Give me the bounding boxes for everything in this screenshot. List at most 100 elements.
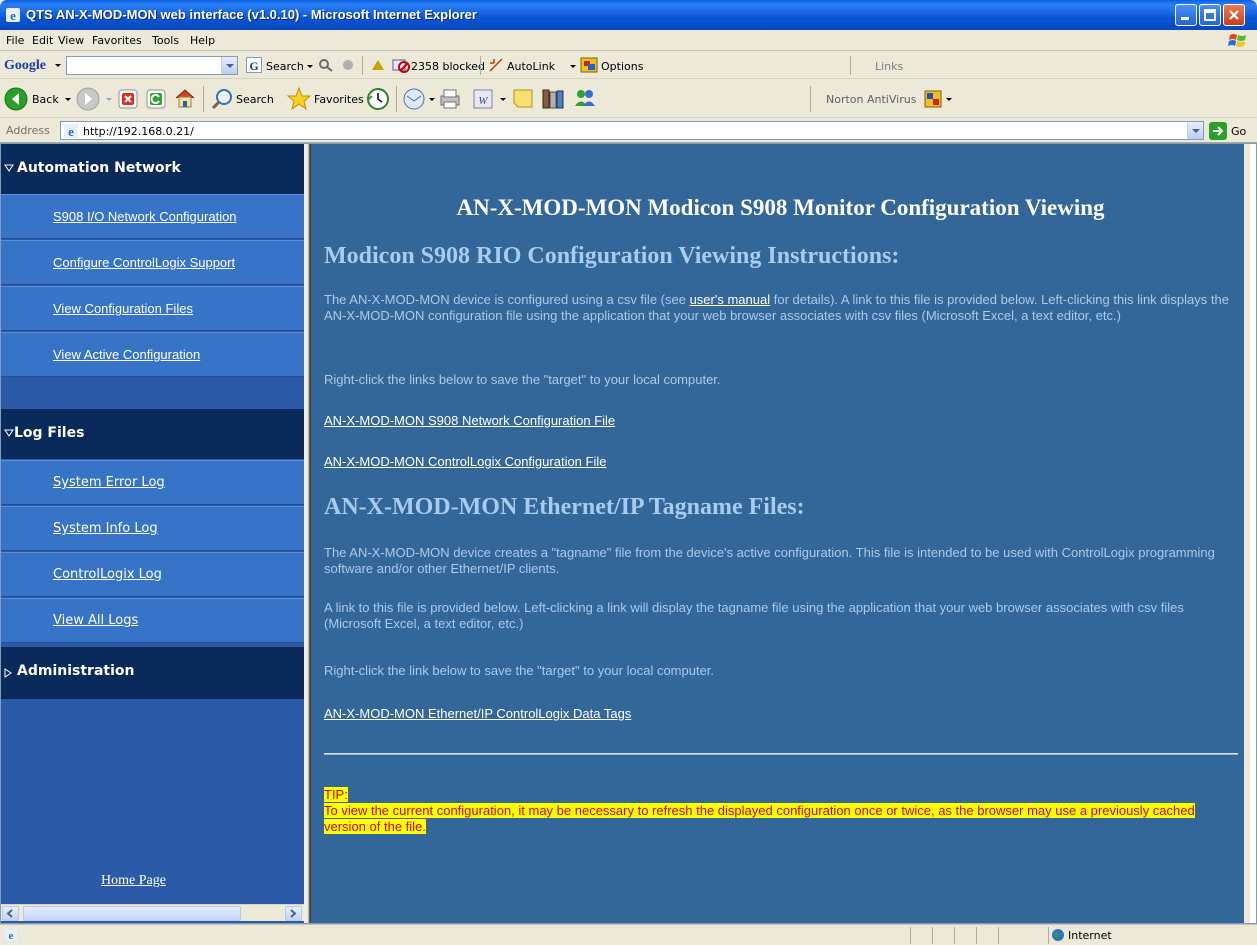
nav-label[interactable]: ControlLogix Log (53, 567, 162, 582)
back-arrow-icon[interactable] (4, 87, 28, 111)
norton-icon[interactable] (924, 90, 942, 108)
tip-box: TIP: To view the current configuration, … (324, 787, 1239, 835)
window-title: QTS AN-X-MOD-MON web interface (v1.0.10)… (26, 7, 477, 22)
search-dropdown-icon[interactable] (307, 65, 313, 68)
options-icon[interactable] (580, 57, 598, 73)
scrollbar-thumb[interactable] (23, 906, 241, 921)
page-status-icon: e (5, 929, 17, 942)
google-search-button[interactable]: Search (266, 60, 304, 73)
window-title-bar[interactable]: e QTS AN-X-MOD-MON web interface (v1.0.1… (0, 0, 1257, 30)
google-search-input[interactable] (66, 56, 238, 75)
nav-view-configuration-files[interactable]: View Configuration Files (1, 286, 304, 331)
site-search-icon[interactable] (318, 58, 334, 72)
chevron-right-icon (290, 909, 297, 918)
autolink-icon[interactable] (488, 57, 504, 73)
nav-view-active-configuration[interactable]: View Active Configuration (1, 332, 304, 377)
menu-view[interactable]: View (58, 34, 84, 47)
links-bar-label[interactable]: Links (875, 60, 903, 73)
back-button[interactable]: Back (32, 93, 59, 106)
nav-controllogix-log[interactable]: ControlLogix Log (1, 552, 304, 597)
back-dropdown-icon[interactable] (65, 98, 71, 101)
right-click-instructions: Right-click the links below to save the … (324, 372, 721, 387)
section-log-files[interactable]: Log Files (1, 409, 304, 459)
forward-arrow-icon[interactable] (76, 87, 100, 111)
home-page-link[interactable]: Home Page (101, 873, 166, 889)
nav-label[interactable]: View All Logs (53, 613, 138, 628)
sidebar-horizontal-scrollbar[interactable] (1, 904, 304, 921)
search-button[interactable]: Search (236, 93, 274, 106)
horizontal-divider (324, 753, 1238, 755)
mail-icon[interactable] (402, 87, 426, 111)
research-books-icon[interactable] (540, 86, 566, 112)
maximize-button[interactable] (1199, 4, 1221, 26)
mail-dropdown-icon[interactable] (429, 98, 435, 101)
refresh-icon[interactable] (146, 89, 166, 109)
nav-label[interactable]: View Active Configuration (53, 347, 200, 362)
home-icon[interactable] (174, 87, 196, 109)
s908-network-config-file-link[interactable]: AN-X-MOD-MON S908 Network Configuration … (324, 413, 615, 428)
chevron-down-icon[interactable] (1187, 122, 1203, 139)
nav-view-all-logs[interactable]: View All Logs (1, 598, 304, 643)
toolbar-separator (396, 86, 397, 112)
discuss-note-icon[interactable] (512, 87, 534, 111)
controllogix-config-file-link[interactable]: AN-X-MOD-MON ControlLogix Configuration … (324, 454, 606, 469)
minimize-button[interactable] (1175, 4, 1197, 26)
nav-label[interactable]: S908 I/O Network Configuration (53, 209, 237, 224)
page-title: AN-X-MOD-MON Modicon S908 Monitor Config… (456, 195, 1105, 220)
toolbar-separator (850, 56, 851, 75)
go-arrow-icon[interactable] (1209, 122, 1227, 140)
tip-label: TIP: (324, 787, 348, 802)
ethernet-ip-data-tags-link[interactable]: AN-X-MOD-MON Ethernet/IP ControlLogix Da… (324, 706, 631, 721)
pagerank-icon[interactable] (370, 58, 386, 72)
stop-icon[interactable] (118, 89, 138, 109)
users-manual-link[interactable]: user's manual (690, 292, 771, 307)
section-automation-network[interactable]: Automation Network (1, 144, 304, 194)
maximize-icon (1204, 9, 1216, 21)
scroll-left-button[interactable] (2, 906, 19, 921)
menu-tools[interactable]: Tools (152, 34, 179, 47)
print-icon[interactable] (438, 87, 462, 111)
autolink-dropdown-icon[interactable] (570, 65, 576, 68)
autolink-button[interactable]: AutoLink (507, 60, 555, 73)
close-window-button[interactable] (1223, 4, 1245, 26)
norton-antivirus-label[interactable]: Norton AntiVirus (826, 93, 916, 106)
menu-bar: File Edit View Favorites Tools Help (0, 30, 1257, 51)
chevron-down-icon[interactable] (221, 57, 237, 74)
nav-label[interactable]: System Error Log (53, 475, 165, 490)
options-button[interactable]: Options (601, 60, 643, 73)
menu-favorites[interactable]: Favorites (92, 34, 142, 47)
forward-dropdown-icon[interactable] (106, 98, 112, 101)
norton-dropdown-icon[interactable] (946, 98, 952, 101)
nav-system-info-log[interactable]: System Info Log (1, 506, 304, 551)
nav-s908-io-network-configuration[interactable]: S908 I/O Network Configuration (1, 194, 304, 239)
favorites-button[interactable]: Favorites (314, 93, 364, 106)
menu-edit[interactable]: Edit (32, 34, 53, 47)
popup-blocker-icon[interactable] (392, 57, 410, 73)
google-g-icon[interactable]: G (246, 57, 262, 73)
history-icon[interactable] (366, 87, 390, 111)
frame-resize-handle[interactable] (304, 144, 311, 923)
menu-help[interactable]: Help (190, 34, 215, 47)
messenger-icon[interactable] (572, 86, 598, 112)
edit-word-icon[interactable]: W (472, 88, 494, 110)
search-icon[interactable] (210, 87, 234, 111)
expand-arrow-icon (4, 668, 12, 678)
nav-system-error-log[interactable]: System Error Log (1, 460, 304, 505)
address-input[interactable]: e http://192.168.0.21/ (60, 121, 1204, 140)
popups-blocked-count[interactable]: 2358 blocked (411, 60, 485, 73)
google-logo[interactable]: Google (4, 58, 46, 74)
nav-label[interactable]: System Info Log (53, 521, 158, 536)
go-button[interactable]: Go (1231, 125, 1246, 138)
news-icon[interactable] (340, 58, 356, 72)
scroll-right-button[interactable] (285, 906, 302, 921)
favorites-star-icon[interactable] (286, 86, 312, 112)
nav-label[interactable]: View Configuration Files (53, 301, 193, 316)
google-menu-arrow-icon[interactable] (55, 64, 61, 67)
nav-configure-controllogix-support[interactable]: Configure ControlLogix Support (1, 240, 304, 285)
menu-file[interactable]: File (6, 34, 24, 47)
status-cell (954, 927, 976, 944)
section-administration[interactable]: Administration (1, 647, 304, 699)
right-click-instructions: Right-click the link below to save the "… (324, 663, 715, 678)
nav-label[interactable]: Configure ControlLogix Support (53, 255, 235, 270)
edit-dropdown-icon[interactable] (500, 98, 506, 101)
